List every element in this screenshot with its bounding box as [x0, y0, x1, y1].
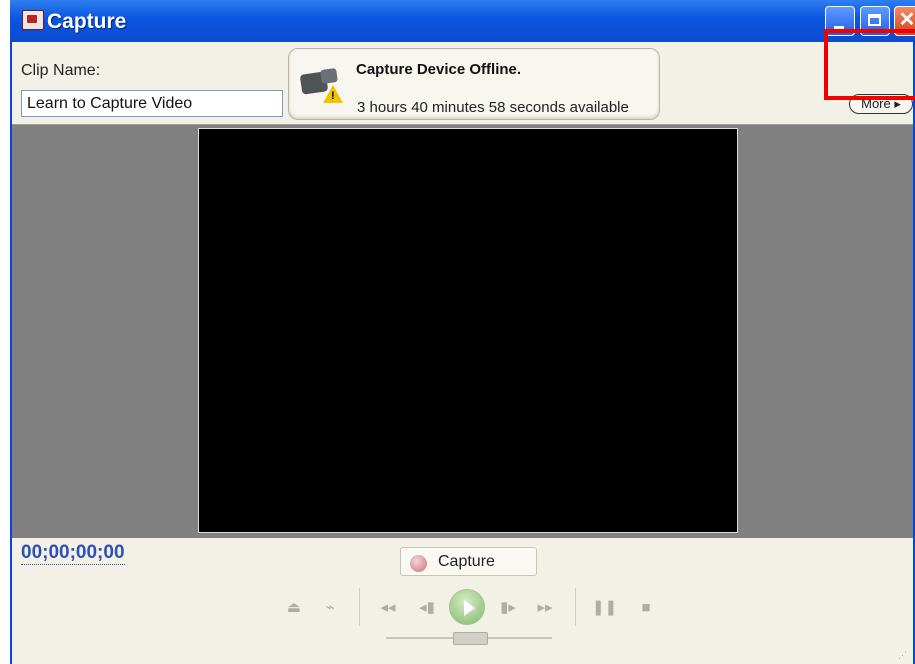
play-icon: [464, 600, 475, 616]
capture-controls-panel: 00;00;00;00 Capture ⏏ ⌁ ◂◂ ◂▮ ▮▸ ▸▸ ❚❚ ■…: [12, 538, 913, 664]
clip-name-label: Clip Name:: [21, 62, 101, 79]
camera-off-icon[interactable]: ⌁: [318, 596, 342, 620]
highlight-annotation: [824, 29, 915, 100]
fast-forward-icon[interactable]: ▸▸: [533, 596, 557, 620]
play-button[interactable]: [449, 589, 485, 625]
camcorder-warning-icon: !: [299, 63, 343, 103]
device-status-title: Capture Device Offline.: [356, 61, 522, 78]
divider: [359, 588, 360, 626]
timecode[interactable]: 00;00;00;00: [21, 542, 125, 565]
eject-icon[interactable]: ⏏: [282, 596, 306, 620]
video-area: [12, 125, 913, 538]
time-available-text: 3 hours 40 minutes 58 seconds available: [357, 99, 629, 116]
stop-icon[interactable]: ■: [634, 596, 658, 620]
rewind-icon[interactable]: ◂◂: [376, 596, 400, 620]
capture-window: Capture ✕ Clip Name: ! Capture Device Of…: [10, 0, 915, 664]
clip-name-input[interactable]: [21, 90, 283, 117]
record-icon: [410, 555, 427, 572]
step-back-icon[interactable]: ◂▮: [415, 596, 439, 620]
capture-settings-panel: Clip Name: ! Capture Device Offline. 3 h…: [12, 42, 913, 125]
resize-grip[interactable]: ⋰: [898, 650, 910, 662]
divider: [575, 588, 576, 626]
device-status-panel: ! Capture Device Offline. 3 hours 40 min…: [288, 48, 660, 120]
app-icon: [22, 10, 44, 30]
step-forward-icon[interactable]: ▮▸: [496, 596, 520, 620]
maximize-icon: [868, 14, 881, 26]
pause-icon[interactable]: ❚❚: [592, 596, 617, 620]
shuttle-slider[interactable]: [453, 632, 488, 645]
title-bar[interactable]: Capture ✕: [10, 0, 915, 42]
video-preview: [198, 128, 738, 533]
window-title: Capture: [47, 10, 127, 33]
